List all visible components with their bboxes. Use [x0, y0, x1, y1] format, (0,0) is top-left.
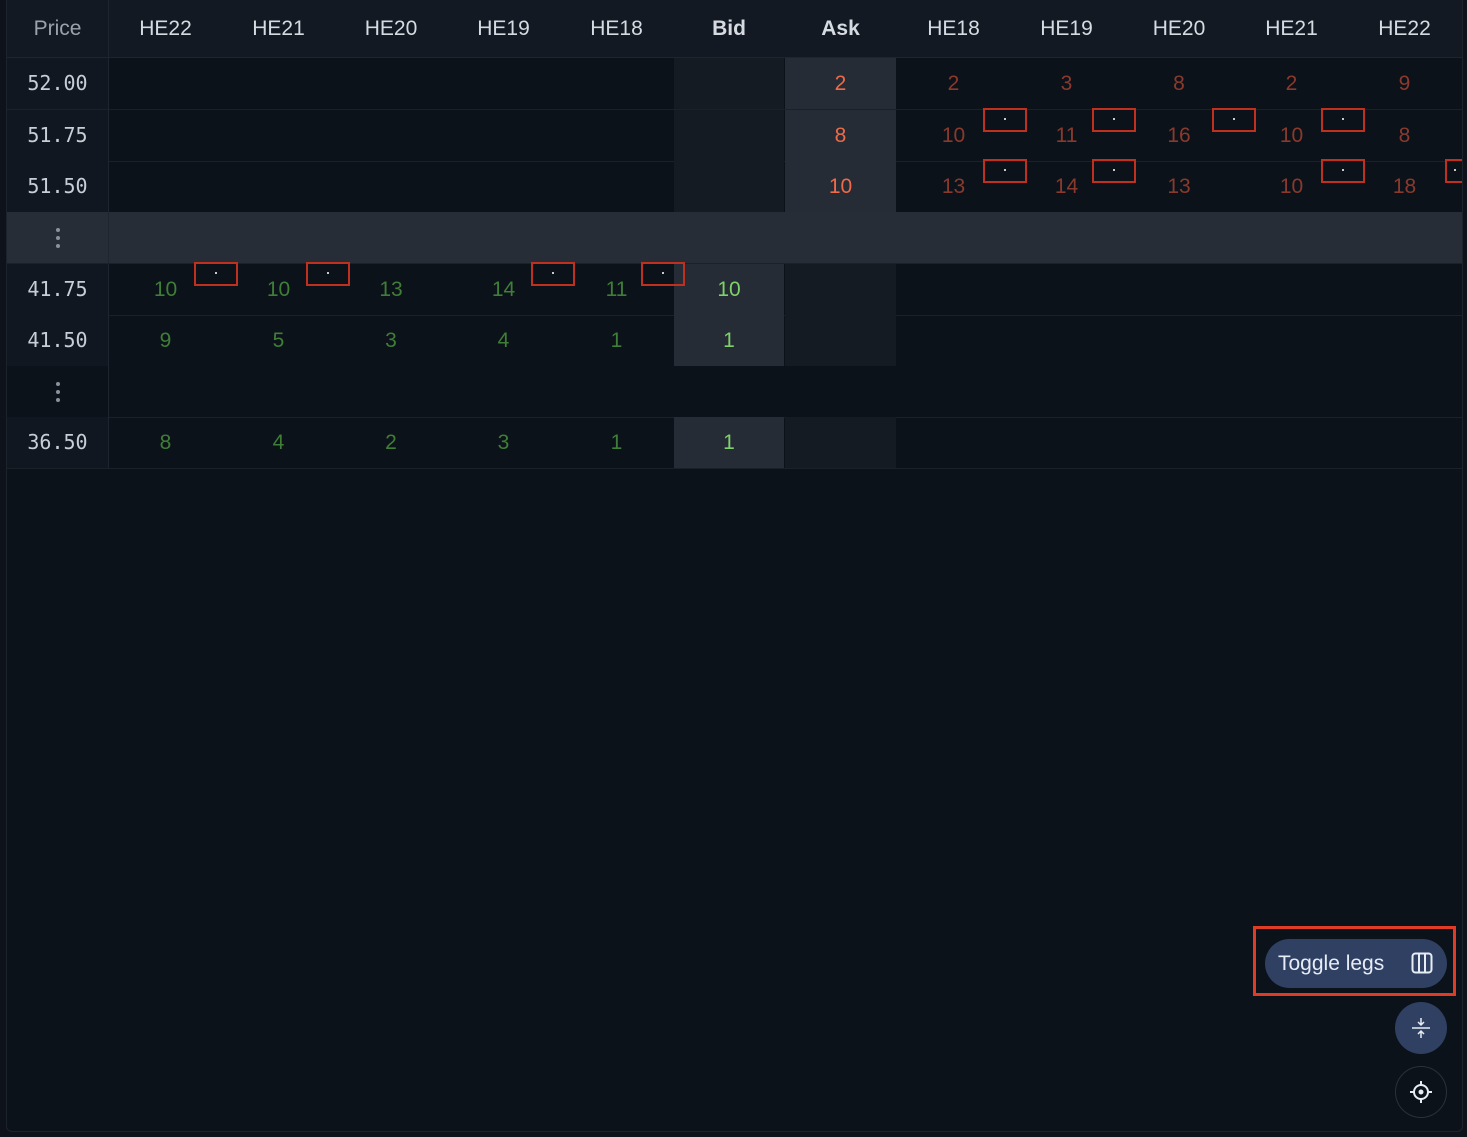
order-marker[interactable]	[983, 108, 1027, 132]
recenter-button[interactable]	[1395, 1066, 1447, 1118]
order-marker[interactable]	[1321, 108, 1365, 132]
order-marker[interactable]	[641, 262, 685, 286]
bid-leg-size: 13	[379, 278, 403, 301]
header-bid-leg: HE18	[590, 17, 643, 40]
order-marker[interactable]	[1445, 159, 1462, 183]
ask-cell[interactable]	[785, 264, 896, 315]
header-ask-leg: HE22	[1378, 17, 1431, 40]
order-marker[interactable]	[983, 159, 1027, 183]
crosshair-icon	[1410, 1081, 1432, 1103]
price-cell: 51.75	[7, 110, 109, 161]
ask-leg-size: 13	[1167, 175, 1191, 198]
header-bid-leg: HE21	[252, 17, 305, 40]
bid-leg-size: 3	[385, 329, 397, 352]
bid-leg-size: 5	[272, 329, 285, 352]
header-ask: Ask	[821, 17, 860, 40]
header-price: Price	[7, 0, 109, 57]
ask-leg-size: 2	[1285, 72, 1298, 95]
order-marker[interactable]	[1092, 159, 1136, 183]
ask-size: 10	[828, 175, 853, 198]
ladder-header: Price HE22 HE21 HE20 HE19 HE18 Bid Ask H…	[7, 0, 1462, 58]
order-marker[interactable]	[194, 262, 238, 286]
ask-leg-size: 9	[1398, 72, 1411, 95]
bid-cell[interactable]	[674, 161, 784, 212]
toggle-legs-label: Toggle legs	[1278, 952, 1385, 975]
ask-leg-size: 2	[947, 72, 960, 95]
bid-size: 1	[723, 431, 735, 454]
header-ask-leg: HE20	[1152, 17, 1206, 40]
bid-leg-size: 9	[159, 329, 172, 352]
bid-size: 10	[717, 278, 741, 301]
more-vertical-icon[interactable]	[7, 366, 109, 417]
price-cell: 52.00	[7, 58, 109, 109]
order-marker[interactable]	[531, 262, 575, 286]
bid-leg-size: 1	[610, 431, 623, 454]
ask-size: 2	[834, 72, 847, 95]
order-marker[interactable]	[1212, 108, 1256, 132]
header-bid-leg: HE19	[477, 17, 530, 40]
header-ask-leg: HE21	[1265, 17, 1318, 40]
compress-button[interactable]	[1395, 1002, 1447, 1054]
header-bid-leg: HE20	[364, 17, 418, 40]
collapsed-gap-row[interactable]	[7, 366, 1462, 418]
order-marker[interactable]	[306, 262, 350, 286]
ladder-row[interactable]: 51.50 10 13 14 13 10 18	[7, 159, 1462, 213]
compress-icon	[1412, 1018, 1430, 1038]
price-cell: 51.50	[7, 161, 109, 212]
more-vertical-icon[interactable]	[7, 212, 109, 263]
price-cell: 41.75	[7, 264, 109, 315]
columns-icon	[1411, 952, 1433, 974]
bid-leg-size: 8	[159, 431, 172, 454]
ask-cell[interactable]	[785, 315, 896, 366]
ask-leg-size: 3	[1060, 72, 1073, 95]
toggle-legs-button[interactable]: Toggle legs	[1265, 939, 1447, 988]
header-ask-leg: HE19	[1040, 17, 1093, 40]
bid-leg-size: 2	[385, 431, 397, 454]
collapsed-gap-row[interactable]	[7, 212, 1462, 264]
header-ask-leg: HE18	[927, 17, 980, 40]
header-bid-leg: HE22	[139, 17, 192, 40]
ladder-row[interactable]: 41.50 9 5 3 4 1 1	[7, 315, 1462, 367]
bid-cell[interactable]	[674, 58, 784, 109]
ask-size: 8	[834, 124, 847, 147]
order-marker[interactable]	[1092, 108, 1136, 132]
bid-leg-size: 1	[610, 329, 623, 352]
bid-leg-size: 4	[272, 431, 285, 454]
price-cell: 41.50	[7, 315, 109, 366]
ladder-row[interactable]: 36.50 8 4 2 3 1 1	[7, 417, 1462, 469]
ask-cell[interactable]	[785, 417, 896, 468]
price-ladder: Price HE22 HE21 HE20 HE19 HE18 Bid Ask H…	[6, 0, 1463, 1132]
ladder-row[interactable]: 51.75 8 10 11 16 10 8	[7, 108, 1462, 162]
bid-size: 1	[723, 329, 735, 352]
bid-leg-size: 3	[497, 431, 510, 454]
order-marker[interactable]	[1321, 159, 1365, 183]
ask-leg-size: 8	[1173, 72, 1185, 95]
ladder-row[interactable]: 41.75 10 10 13 14 11 10	[7, 262, 1462, 316]
header-bid: Bid	[712, 17, 746, 40]
bid-cell[interactable]	[674, 110, 784, 161]
bid-leg-size: 4	[497, 329, 510, 352]
ladder-row[interactable]: 52.00 2 2 3 8 2 9	[7, 58, 1462, 110]
price-cell: 36.50	[7, 417, 109, 468]
